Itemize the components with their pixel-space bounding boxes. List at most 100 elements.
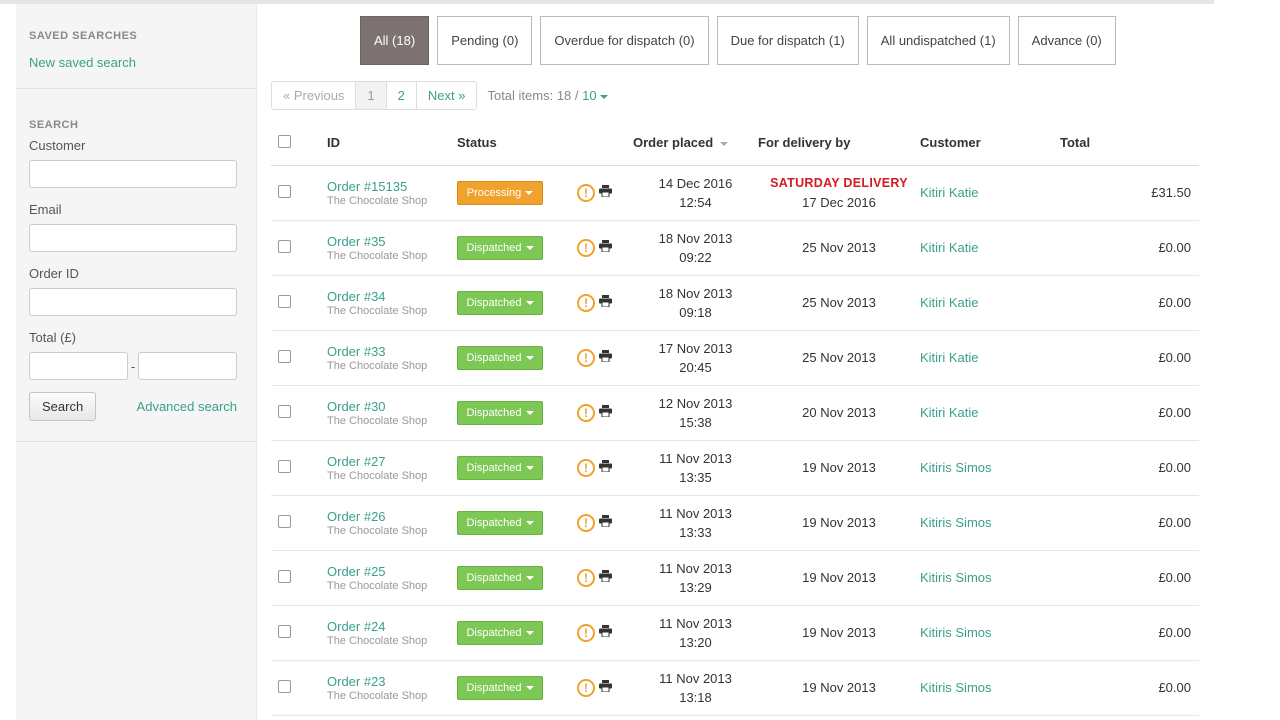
per-page-dropdown[interactable]: 10 <box>582 88 608 103</box>
page-1-button[interactable]: 1 <box>356 82 387 109</box>
tab-overdue-for-dispatch[interactable]: Overdue for dispatch (0) <box>540 16 709 65</box>
row-checkbox[interactable] <box>278 679 291 693</box>
table-row[interactable]: Order #33 The Chocolate Shop Dispatched … <box>271 330 1199 386</box>
table-row[interactable]: Order #15135 The Chocolate Shop Processi… <box>271 165 1199 221</box>
order-link[interactable]: Order #34 <box>327 289 457 304</box>
printer-icon[interactable] <box>599 405 612 420</box>
col-order-placed[interactable]: Order placed <box>633 121 758 166</box>
warning-icon[interactable]: ! <box>577 458 595 477</box>
printer-icon[interactable] <box>599 625 612 640</box>
order-link[interactable]: Order #15135 <box>327 179 457 194</box>
customer-link[interactable]: Kitiri Katie <box>920 240 979 255</box>
row-checkbox[interactable] <box>278 294 291 308</box>
status-dropdown-button[interactable]: Dispatched <box>457 620 543 645</box>
order-link[interactable]: Order #33 <box>327 344 457 359</box>
warning-icon[interactable]: ! <box>577 348 595 367</box>
row-checkbox[interactable] <box>278 514 291 528</box>
printer-icon[interactable] <box>599 460 612 475</box>
warning-icon[interactable]: ! <box>577 238 595 257</box>
order-link[interactable]: Order #26 <box>327 509 457 524</box>
status-dropdown-button[interactable]: Dispatched <box>457 235 543 260</box>
printer-icon[interactable] <box>599 680 612 695</box>
customer-link[interactable]: Kitiri Katie <box>920 185 979 200</box>
table-row[interactable]: Order #30 The Chocolate Shop Dispatched … <box>271 385 1199 441</box>
shop-name: The Chocolate Shop <box>327 524 428 537</box>
status-dropdown-button[interactable]: Dispatched <box>457 565 543 590</box>
customer-cell: Kitiri Katie <box>920 165 1060 221</box>
status-dropdown-button[interactable]: Dispatched <box>457 455 543 480</box>
row-checkbox[interactable] <box>278 404 291 418</box>
status-dropdown-button[interactable]: Dispatched <box>457 675 543 700</box>
table-row[interactable]: Order #34 The Chocolate Shop Dispatched … <box>271 275 1199 331</box>
icons-cell: ! <box>577 660 633 716</box>
order-link[interactable]: Order #24 <box>327 619 457 634</box>
email-input[interactable] <box>29 224 237 252</box>
table-row[interactable]: Order #24 The Chocolate Shop Dispatched … <box>271 605 1199 661</box>
row-checkbox[interactable] <box>278 624 291 638</box>
total-min-input[interactable] <box>29 352 128 380</box>
table-row[interactable]: Order #35 The Chocolate Shop Dispatched … <box>271 220 1199 276</box>
table-row[interactable]: Order #25 The Chocolate Shop Dispatched … <box>271 550 1199 606</box>
order-link[interactable]: Order #27 <box>327 454 457 469</box>
customer-link[interactable]: Kitiri Katie <box>920 350 979 365</box>
search-button[interactable]: Search <box>29 392 97 421</box>
status-dropdown-button[interactable]: Dispatched <box>457 400 543 425</box>
order-id-input[interactable] <box>29 288 237 316</box>
customer-input[interactable] <box>29 160 237 188</box>
customer-link[interactable]: Kitiri Katie <box>920 405 979 420</box>
order-link[interactable]: Order #25 <box>327 564 457 579</box>
row-checkbox[interactable] <box>278 349 291 363</box>
caret-down-icon <box>525 520 534 525</box>
customer-link[interactable]: Kitiris Simos <box>920 570 992 585</box>
tab-pending[interactable]: Pending (0) <box>437 16 533 65</box>
customer-link[interactable]: Kitiris Simos <box>920 680 992 695</box>
tab-all-undispatched[interactable]: All undispatched (1) <box>866 16 1010 65</box>
shop-name: The Chocolate Shop <box>327 359 428 372</box>
warning-icon[interactable]: ! <box>577 623 595 642</box>
warning-icon[interactable]: ! <box>577 403 595 422</box>
customer-link[interactable]: Kitiris Simos <box>920 625 992 640</box>
row-checkbox[interactable] <box>278 459 291 473</box>
status-dropdown-button[interactable]: Dispatched <box>457 290 543 315</box>
table-row[interactable]: Order #26 The Chocolate Shop Dispatched … <box>271 495 1199 551</box>
table-row[interactable]: Order #23 The Chocolate Shop Dispatched … <box>271 660 1199 716</box>
total-max-input[interactable] <box>138 352 237 380</box>
tab-all[interactable]: All (18) <box>360 16 430 65</box>
row-checkbox[interactable] <box>278 569 291 583</box>
status-dropdown-button[interactable]: Dispatched <box>457 345 543 370</box>
advanced-search-link[interactable]: Advanced search <box>137 399 237 414</box>
printer-icon[interactable] <box>599 295 612 310</box>
printer-icon[interactable] <box>599 515 612 530</box>
status-dropdown-button[interactable]: Processing <box>457 180 543 205</box>
printer-icon[interactable] <box>599 570 612 585</box>
row-checkbox[interactable] <box>278 239 291 253</box>
table-row[interactable]: Order #27 The Chocolate Shop Dispatched … <box>271 440 1199 496</box>
select-all-checkbox[interactable] <box>278 134 291 148</box>
order-link[interactable]: Order #35 <box>327 234 457 249</box>
customer-link[interactable]: Kitiri Katie <box>920 295 979 310</box>
next-page-button[interactable]: Next » <box>416 82 477 109</box>
status-dropdown-button[interactable]: Dispatched <box>457 510 543 535</box>
warning-icon[interactable]: ! <box>577 183 595 202</box>
page-2-button[interactable]: 2 <box>386 82 417 109</box>
row-select-cell <box>271 660 327 716</box>
customer-link[interactable]: Kitiris Simos <box>920 460 992 475</box>
previous-page-button[interactable]: « Previous <box>272 82 357 109</box>
order-link[interactable]: Order #23 <box>327 674 457 689</box>
printer-icon[interactable] <box>599 350 612 365</box>
row-checkbox[interactable] <box>278 184 291 198</box>
tab-due-for-dispatch[interactable]: Due for dispatch (1) <box>716 16 859 65</box>
customer-link[interactable]: Kitiris Simos <box>920 515 992 530</box>
printer-icon[interactable] <box>599 185 612 200</box>
warning-icon[interactable]: ! <box>577 513 595 532</box>
tab-advance[interactable]: Advance (0) <box>1017 16 1116 65</box>
shop-name: The Chocolate Shop <box>327 689 428 702</box>
customer-cell: Kitiris Simos <box>920 495 1060 551</box>
status-cell: Dispatched <box>457 275 577 331</box>
printer-icon[interactable] <box>599 240 612 255</box>
new-saved-search-link[interactable]: New saved search <box>29 55 136 70</box>
warning-icon[interactable]: ! <box>577 568 595 587</box>
warning-icon[interactable]: ! <box>577 293 595 312</box>
order-link[interactable]: Order #30 <box>327 399 457 414</box>
warning-icon[interactable]: ! <box>577 678 595 697</box>
